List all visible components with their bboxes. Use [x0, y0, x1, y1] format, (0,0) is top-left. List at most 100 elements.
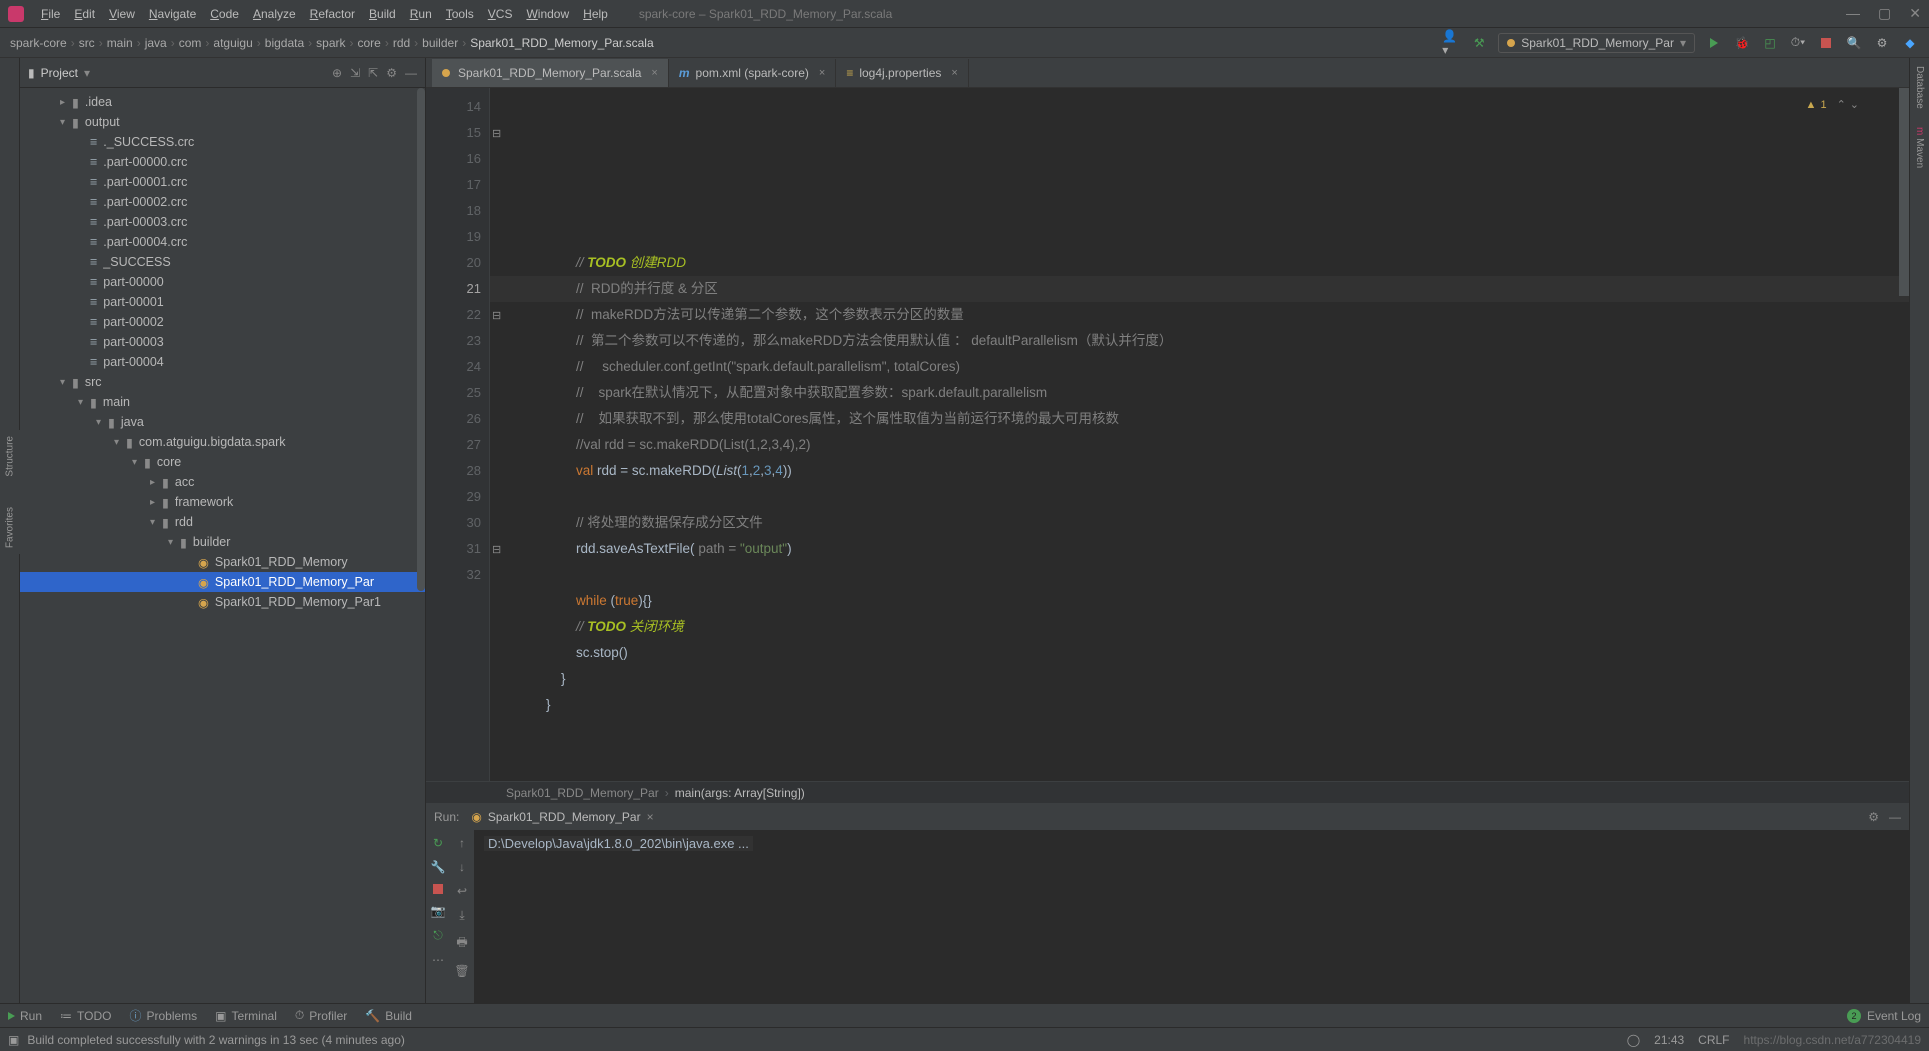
tree-row[interactable]: ▾▮com.atguigu.bigdata.spark [20, 432, 425, 452]
menu-window[interactable]: Window [519, 7, 576, 21]
more-icon[interactable]: ⋯ [432, 953, 444, 967]
chevron-down-icon[interactable]: ▾ [84, 66, 90, 80]
tree-row[interactable]: ▸▮acc [20, 472, 425, 492]
menu-analyze[interactable]: Analyze [246, 7, 303, 21]
tree-row[interactable]: ≡.part-00002.crc [20, 192, 425, 212]
menu-edit[interactable]: Edit [67, 7, 102, 21]
dump-icon[interactable]: 📷 [431, 904, 446, 918]
crumb-10[interactable]: builder [422, 36, 458, 50]
run-configuration-selector[interactable]: Spark01_RDD_Memory_Par ▾ [1498, 33, 1695, 53]
gear-icon[interactable]: ⚙ [1873, 34, 1891, 52]
gear-icon[interactable]: ⚙ [386, 66, 397, 80]
tree-row[interactable]: ≡.part-00000.crc [20, 152, 425, 172]
tab-build[interactable]: 🔨Build [365, 1009, 412, 1023]
crumb-11[interactable]: Spark01_RDD_Memory_Par.scala [470, 36, 653, 50]
exit-icon[interactable]: ⎋ [433, 928, 443, 943]
tree-row[interactable]: ≡.part-00004.crc [20, 232, 425, 252]
crumb-1[interactable]: src [79, 36, 95, 50]
tree-row[interactable]: ≡_SUCCESS [20, 252, 425, 272]
chevron-up-icon[interactable]: ⌃ [1837, 92, 1846, 118]
menu-navigate[interactable]: Navigate [142, 7, 203, 21]
stop-icon[interactable] [433, 884, 443, 894]
tree-row[interactable]: ◉Spark01_RDD_Memory_Par [20, 572, 425, 592]
crumb-4[interactable]: com [179, 36, 202, 50]
tree-row[interactable]: ≡part-00002 [20, 312, 425, 332]
right-tool-strip[interactable]: Database m Maven [1909, 58, 1929, 1003]
down-icon[interactable]: ↓ [459, 860, 465, 874]
tree-row[interactable]: ≡part-00001 [20, 292, 425, 312]
project-panel-title[interactable]: Project [41, 66, 78, 80]
close-tab-icon[interactable]: × [951, 67, 957, 79]
code-editor[interactable]: ▲ 1 ⌃ ⌄ // TODO 创建RDD // RDD的并行度 & 分区 //… [490, 88, 1909, 781]
tree-row[interactable]: ≡part-00003 [20, 332, 425, 352]
crumb-7[interactable]: spark [316, 36, 345, 50]
tree-row[interactable]: ▾▮output [20, 112, 425, 132]
menu-file[interactable]: File [34, 7, 67, 21]
editor-tab[interactable]: ≡log4j.properties× [836, 59, 969, 87]
close-tab-icon[interactable]: × [651, 67, 657, 79]
tab-run[interactable]: Run [8, 1009, 42, 1023]
tree-row[interactable]: ◉Spark01_RDD_Memory_Par1 [20, 592, 425, 612]
tool-windows-icon[interactable]: ▣ [8, 1033, 19, 1047]
tree-scrollbar[interactable] [417, 88, 425, 591]
menu-help[interactable]: Help [576, 7, 615, 21]
profiler-icon[interactable]: ⏱▾ [1789, 34, 1807, 52]
tree-row[interactable]: ≡.part-00001.crc [20, 172, 425, 192]
favorites-tool-button[interactable]: Favorites [5, 507, 16, 548]
rerun-icon[interactable]: ↻ [433, 836, 443, 850]
tab-profiler[interactable]: ⏱Profiler [295, 1008, 347, 1023]
tab-terminal[interactable]: ▣Terminal [215, 1009, 277, 1023]
crumb-6[interactable]: bigdata [265, 36, 304, 50]
menu-vcs[interactable]: VCS [481, 7, 520, 21]
tab-problems[interactable]: ⓘProblems [129, 1007, 197, 1024]
gear-icon[interactable]: ⚙ [1868, 810, 1879, 824]
menu-build[interactable]: Build [362, 7, 403, 21]
crumb-class[interactable]: Spark01_RDD_Memory_Par [506, 786, 659, 800]
debug-bug-icon[interactable]: 🐞 [1733, 34, 1751, 52]
run-play-icon[interactable] [1705, 34, 1723, 52]
tree-row[interactable]: ≡.part-00003.crc [20, 212, 425, 232]
tree-row[interactable]: ▾▮java [20, 412, 425, 432]
menu-view[interactable]: View [102, 7, 142, 21]
build-hammer-icon[interactable]: ⚒ [1470, 34, 1488, 52]
minimize-icon[interactable]: — [1846, 5, 1860, 22]
crumb-9[interactable]: rdd [393, 36, 410, 50]
stop-icon[interactable] [1817, 34, 1835, 52]
crumb-0[interactable]: spark-core [10, 36, 67, 50]
inspections-badge[interactable]: ▲ 1 ⌃ ⌄ [1806, 92, 1859, 118]
tree-row[interactable]: ≡part-00004 [20, 352, 425, 372]
line-gutter[interactable]: 14151617181920212223242526272829303132 [426, 88, 490, 781]
menu-tools[interactable]: Tools [439, 7, 481, 21]
tab-event-log[interactable]: 2 Event Log [1847, 1009, 1921, 1023]
progress-clock-icon[interactable]: ◯ [1627, 1033, 1640, 1047]
project-tree[interactable]: ▸▮.idea▾▮output≡._SUCCESS.crc≡.part-0000… [20, 88, 425, 1003]
trash-icon[interactable]: 🗑 [454, 964, 469, 978]
menu-code[interactable]: Code [203, 7, 246, 21]
database-tool-button[interactable]: Database [1914, 66, 1925, 109]
chevron-down-icon[interactable]: ⌄ [1850, 92, 1859, 118]
locate-icon[interactable]: ⊕ [332, 66, 342, 80]
tree-row[interactable]: ▾▮core [20, 452, 425, 472]
tree-row[interactable]: ◉Spark01_RDD_Memory [20, 552, 425, 572]
expand-all-icon[interactable]: ⇲ [350, 66, 360, 80]
crumb-3[interactable]: java [145, 36, 167, 50]
crumb-2[interactable]: main [107, 36, 133, 50]
up-icon[interactable]: ↑ [459, 836, 465, 850]
run-console[interactable]: D:\Develop\Java\jdk1.8.0_202\bin\java.ex… [474, 830, 1909, 1003]
menu-run[interactable]: Run [403, 7, 439, 21]
maven-tool-button[interactable]: m Maven [1914, 127, 1925, 168]
soft-wrap-icon[interactable]: ↩ [457, 884, 467, 898]
editor-breadcrumb[interactable]: Spark01_RDD_Memory_Par › main(args: Arra… [426, 781, 1909, 803]
tree-row[interactable]: ≡._SUCCESS.crc [20, 132, 425, 152]
tab-todo[interactable]: ≔TODO [60, 1009, 111, 1023]
line-ending-label[interactable]: CRLF [1698, 1033, 1729, 1047]
print-icon[interactable]: 🖶 [456, 933, 467, 954]
tree-row[interactable]: ▸▮framework [20, 492, 425, 512]
maximize-icon[interactable]: ▢ [1878, 5, 1891, 22]
collapse-all-icon[interactable]: ⇱ [368, 66, 378, 80]
hide-panel-icon[interactable]: — [405, 66, 417, 80]
wrench-icon[interactable]: 🔧 [431, 860, 446, 874]
editor-tab[interactable]: mpom.xml (spark-core)× [669, 59, 836, 87]
tree-row[interactable]: ▸▮.idea [20, 92, 425, 112]
breadcrumb[interactable]: spark-core›src›main›java›com›atguigu›big… [10, 36, 654, 50]
